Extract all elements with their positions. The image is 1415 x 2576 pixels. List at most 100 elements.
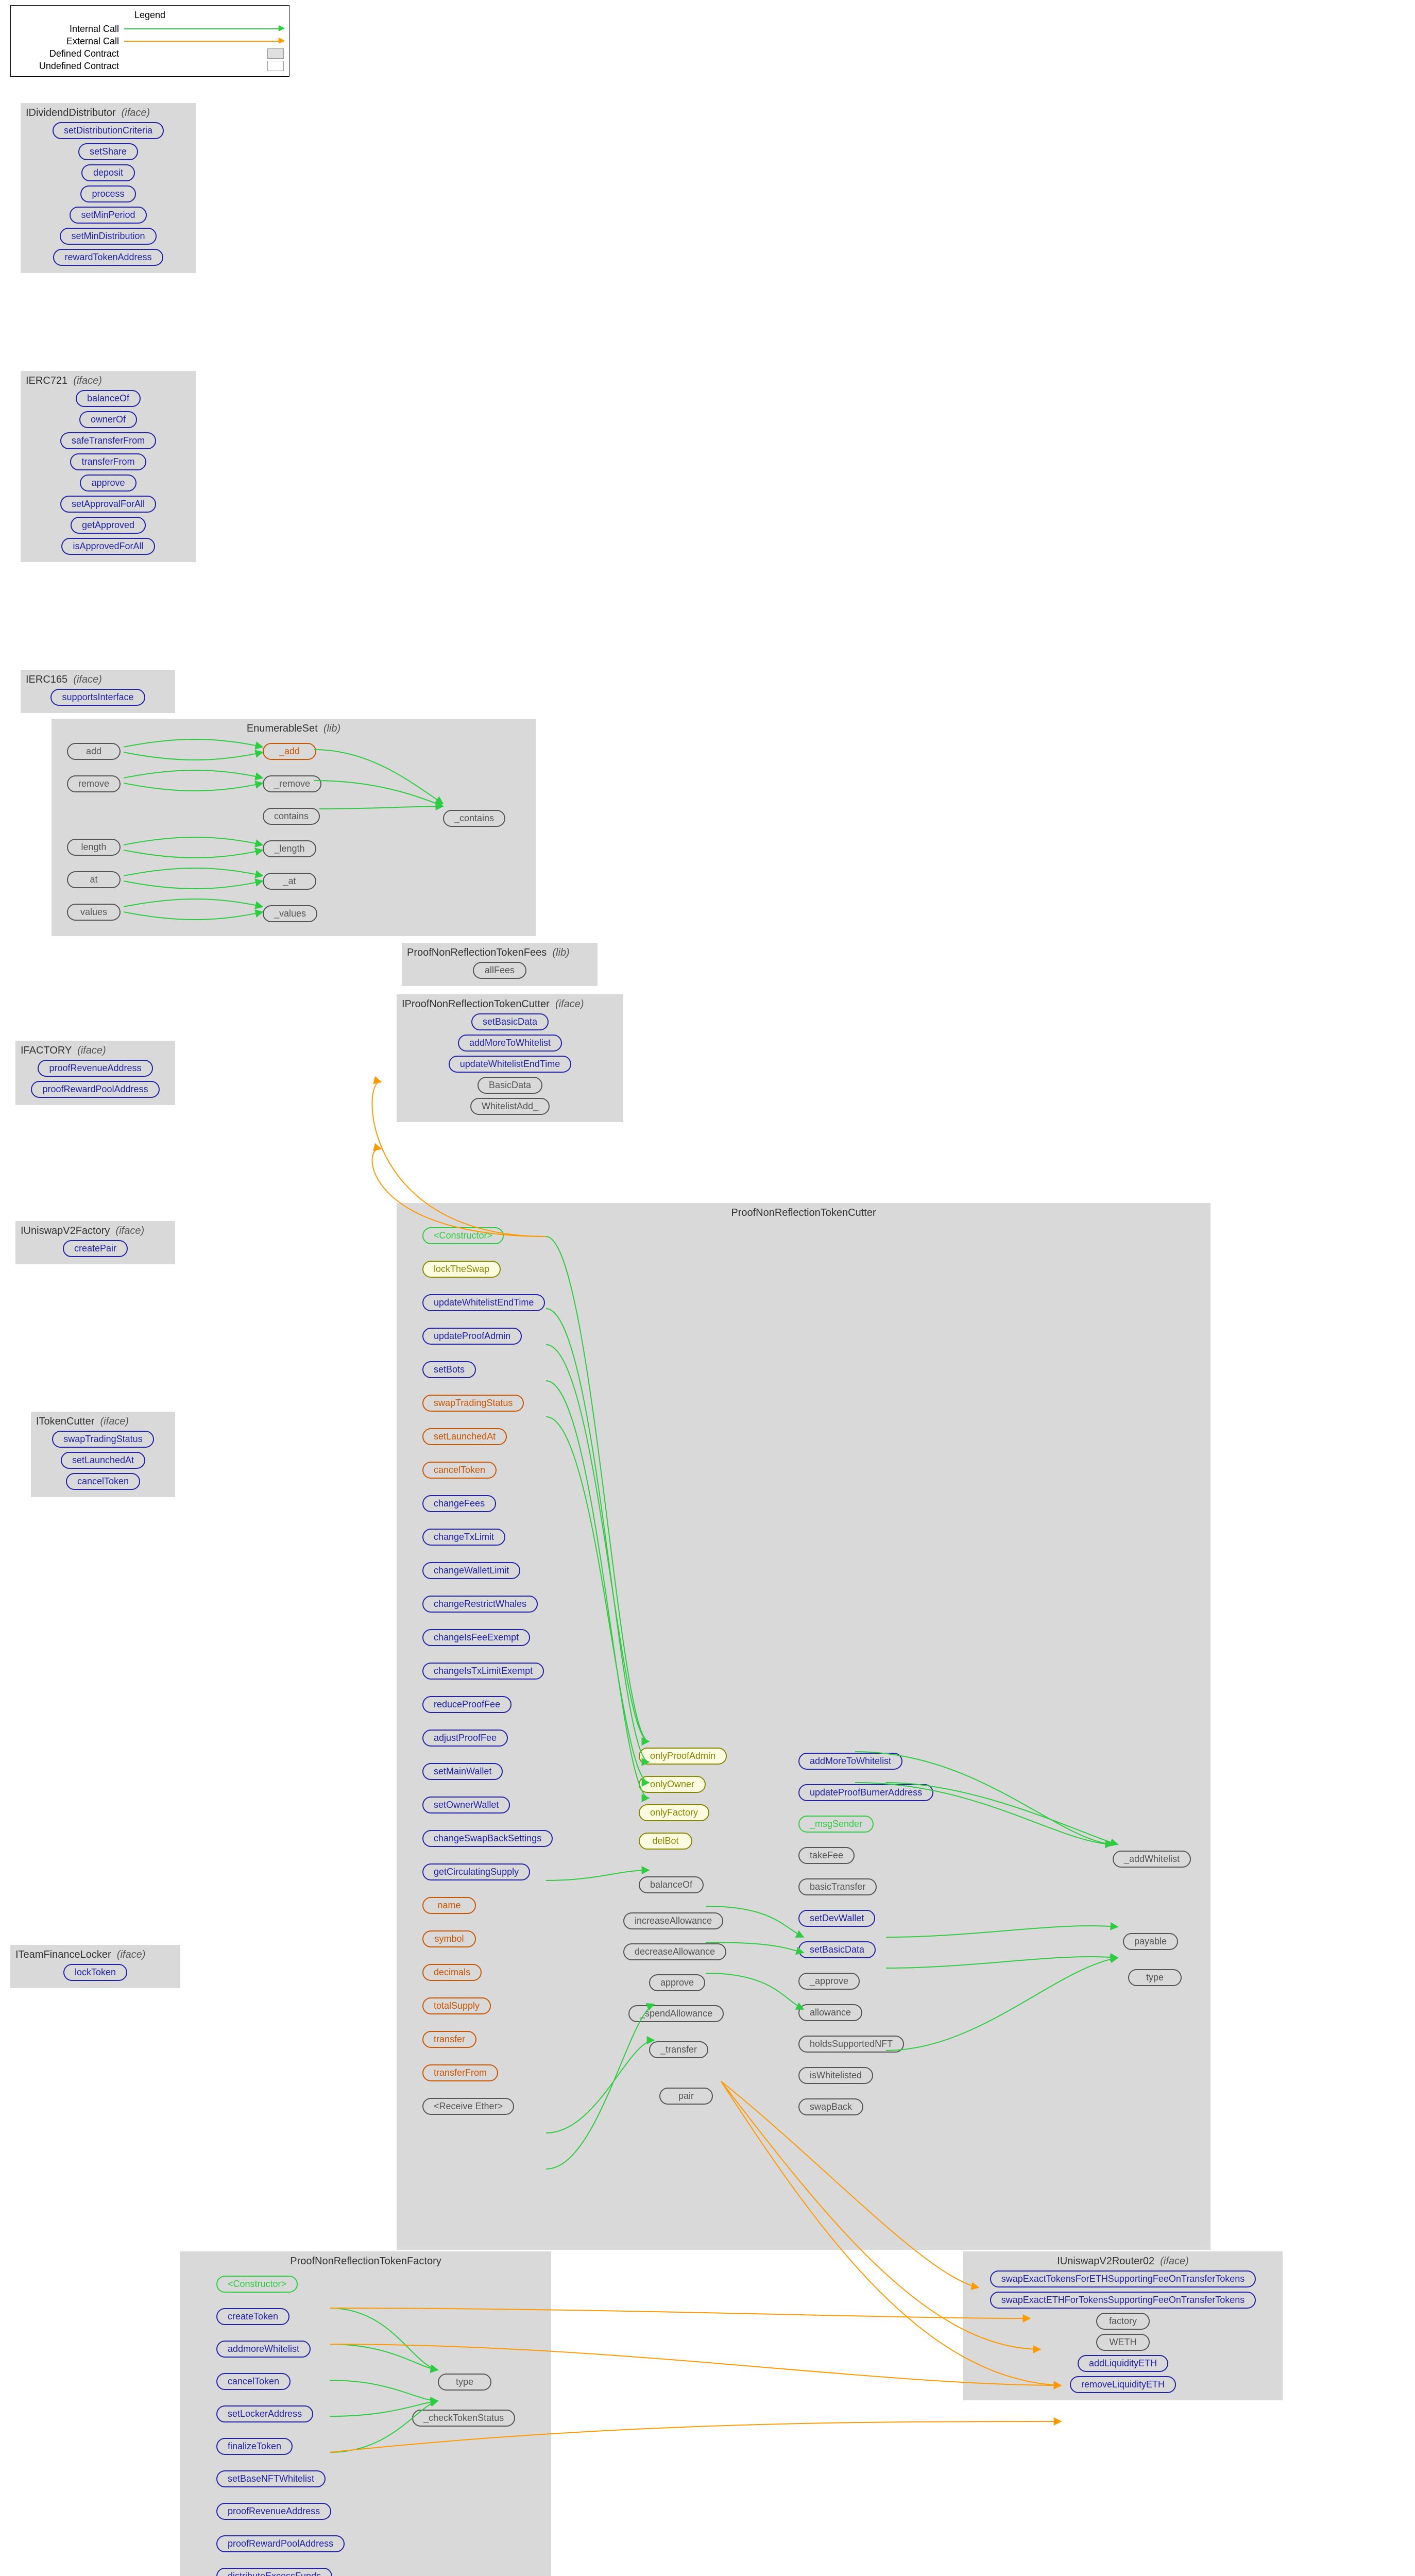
node-spendAllowance: _spendAllowance [628, 2005, 724, 2022]
node-delbot: delBot [639, 1833, 692, 1850]
node-setbasenftwhitelist: setBaseNFTWhitelist [216, 2470, 326, 2487]
node-setlockeraddress: setLockerAddress [216, 2405, 313, 2422]
node-whitelistadd_: WhitelistAdd_ [470, 1098, 550, 1115]
node-transfer-inner: _transfer [649, 2041, 708, 2058]
node-canceltoken: cancelToken [216, 2373, 291, 2390]
cluster-iunifactory: IUniswapV2Factory (iface) createPair [15, 1221, 175, 1264]
node-pair: pair [659, 2088, 713, 2105]
legend-row-undefined: Undefined Contract [16, 60, 284, 72]
legend-title: Legend [16, 10, 284, 21]
node-deposit: deposit [81, 164, 135, 181]
node-canceltoken: cancelToken [66, 1473, 140, 1490]
node-swaptradingstatus: swapTradingStatus [52, 1431, 154, 1448]
node-setmainwallet: setMainWallet [422, 1763, 503, 1780]
node-contains: contains [263, 808, 320, 825]
node-addWhitelist: _addWhitelist [1113, 1851, 1191, 1868]
node-reduceprooffee: reduceProofFee [422, 1696, 512, 1713]
node-ownerof: ownerOf [79, 411, 137, 428]
node-_remove: _remove [263, 775, 321, 792]
cluster-pnrtc: ProofNonReflectionTokenCutter <Construct… [397, 1203, 1211, 2250]
node-setbots: setBots [422, 1361, 476, 1378]
node-allfees: allFees [473, 962, 526, 979]
cluster-ifactory: IFACTORY (iface) proofRevenueAddressproo… [15, 1041, 175, 1105]
cluster-title: ITeamFinanceLocker [15, 1949, 111, 1960]
node-updateproofadmin: updateProofAdmin [422, 1328, 522, 1345]
node-changefees: changeFees [422, 1495, 496, 1512]
cluster-title: IUniswapV2Factory [21, 1225, 110, 1236]
cluster-title: ProofNonReflectionTokenCutter [731, 1207, 876, 1218]
node-canceltoken: cancelToken [422, 1462, 497, 1479]
node-setdistributioncriteria: setDistributionCriteria [53, 122, 164, 139]
cluster-pnrtf: ProofNonReflectionTokenFactory <Construc… [180, 2251, 551, 2576]
node-addmoretowhitelist: addMoreToWhitelist [798, 1753, 902, 1770]
node-removeliquidityeth: removeLiquidityETH [1070, 2376, 1176, 2393]
node-updatewhitelistendtime: updateWhitelistEndTime [422, 1294, 545, 1311]
node-_contains: _contains [443, 810, 505, 827]
node-setmindistribution: setMinDistribution [60, 228, 156, 245]
node-decimals: decimals [422, 1964, 482, 1981]
node-setshare: setShare [78, 143, 138, 160]
node-_approve: _approve [798, 1973, 860, 1990]
node-createpair: createPair [63, 1240, 128, 1257]
node-weth: WETH [1096, 2334, 1150, 2351]
node-transfer: transfer [422, 2031, 476, 2048]
node-totalsupply: totalSupply [422, 1997, 491, 2014]
node-changetxlimit: changeTxLimit [422, 1529, 505, 1546]
cluster-itokencutter: ITokenCutter (iface) swapTradingStatusse… [31, 1412, 175, 1497]
cluster-title: IERC165 [26, 674, 67, 685]
node-getcirculatingsupply: getCirculatingSupply [422, 1863, 530, 1880]
cluster-ierc721: IERC721 (iface) balanceOfownerOfsafeTran… [21, 371, 196, 562]
node-changeisfeeexempt: changeIsFeeExempt [422, 1629, 530, 1646]
node-constructor: <Constructor> [422, 1227, 504, 1244]
cluster-ipnrtc: IProofNonReflectionTokenCutter (iface) s… [397, 994, 623, 1122]
node-decreaseAllowance: decreaseAllowance [623, 1943, 726, 1960]
node-swapexactethfortokenssupportingfeeontransfertokens: swapExactETHForTokensSupportingFeeOnTran… [990, 2292, 1256, 2309]
cluster-enumset: EnumerableSet (lib) addremovelengthatval… [52, 719, 536, 936]
node-iswhitelisted: isWhitelisted [798, 2067, 873, 2084]
node-basicdata: BasicData [478, 1077, 542, 1094]
node-payable-pnrtc: payable [1123, 1933, 1178, 1950]
node-type-pnrtc: type [1128, 1969, 1182, 1986]
cluster-title: EnumerableSet [247, 723, 318, 734]
node-proofrevenueaddress: proofRevenueAddress [38, 1060, 152, 1077]
node-symbol: symbol [422, 1930, 476, 1947]
node-approve-inner: approve [649, 1974, 705, 1991]
node-proofrewardpooladdress: proofRewardPoolAddress [31, 1081, 159, 1098]
cluster-iunirouter: IUniswapV2Router02 (iface) swapExactToke… [963, 2251, 1283, 2400]
cluster-title: IUniswapV2Router02 [1057, 2256, 1154, 2267]
node-_at: _at [263, 873, 316, 890]
node-transferfrom: transferFrom [70, 453, 146, 470]
node-rewardtokenaddress: rewardTokenAddress [53, 249, 163, 266]
node-checkTokenStatus: _checkTokenStatus [412, 2410, 515, 2427]
node-proofrevenueaddress: proofRevenueAddress [216, 2503, 331, 2520]
node-locktoken: lockToken [63, 1964, 127, 1981]
node-proofrewardpooladdress: proofRewardPoolAddress [216, 2535, 345, 2552]
node-setlaunchedat: setLaunchedAt [422, 1428, 507, 1445]
cluster-title: IFACTORY [21, 1045, 72, 1056]
cluster-title: ProofNonReflectionTokenFactory [290, 2256, 441, 2267]
node-safetransferfrom: safeTransferFrom [60, 432, 156, 449]
cluster-title: ITokenCutter [36, 1416, 94, 1427]
node-_length: _length [263, 840, 316, 857]
node-_msgsender: _msgSender [798, 1816, 874, 1833]
node-setdevwallet: setDevWallet [798, 1910, 875, 1927]
node-swapback: swapBack [798, 2098, 863, 2115]
cluster-iteamlocker: ITeamFinanceLocker (iface) lockToken [10, 1945, 180, 1988]
node-changeswapbacksettings: changeSwapBackSettings [422, 1830, 553, 1847]
node-allowance: allowance [798, 2004, 862, 2021]
node-addliquidityeth: addLiquidityETH [1078, 2355, 1168, 2372]
node-name: name [422, 1897, 476, 1914]
legend-row-internal: Internal Call [16, 23, 284, 35]
node-_values: _values [263, 905, 317, 922]
cluster-pnrtfees: ProofNonReflectionTokenFees (lib) allFee… [402, 943, 598, 986]
node-pnrtf-type: type [438, 2374, 491, 2391]
node-values: values [67, 904, 121, 921]
node-changerestrictwhales: changeRestrictWhales [422, 1596, 538, 1613]
legend-row-defined: Defined Contract [16, 47, 284, 60]
node-setlaunchedat: setLaunchedAt [61, 1452, 145, 1469]
node-addmoretowhitelist: addMoreToWhitelist [458, 1035, 562, 1052]
node-onlyfactory: onlyFactory [639, 1804, 709, 1821]
cluster-ierc165: IERC165 (iface) supportsInterface [21, 670, 175, 713]
node-setownerwallet: setOwnerWallet [422, 1797, 510, 1814]
node-basictransfer: basicTransfer [798, 1878, 877, 1895]
